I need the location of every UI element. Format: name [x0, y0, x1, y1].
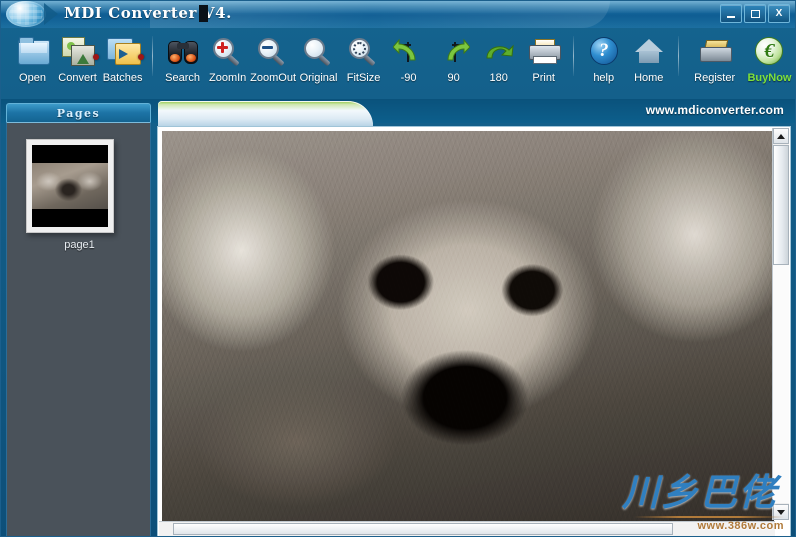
pages-panel: page1 [6, 122, 151, 537]
rotate-right-icon [437, 34, 471, 68]
application-window: MDI Converter V4. X Open Convert Batches [0, 0, 796, 537]
maximize-icon [750, 9, 760, 18]
tab-pages-label: Pages [56, 107, 101, 120]
title-bar: MDI Converter V4. X [0, 0, 796, 28]
image-viewer: 川乡巴佬 www.386w.com [157, 126, 791, 537]
binoculars-icon [166, 34, 200, 68]
close-button[interactable]: X [768, 4, 790, 23]
rotate-left-icon [392, 34, 426, 68]
toolbar-separator [152, 36, 154, 76]
rotate-right-label: 90 [447, 72, 460, 84]
scroll-down-button[interactable] [773, 504, 789, 520]
viewer-tab-shape [158, 101, 373, 126]
original-label: Original [299, 72, 338, 84]
open-folder-icon [16, 34, 50, 68]
print-button[interactable]: Print [521, 28, 566, 96]
maximize-button[interactable] [744, 4, 766, 23]
magnifier-icon [302, 34, 336, 68]
window-controls: X [720, 4, 790, 23]
page-thumbnail[interactable] [26, 139, 114, 233]
help-label: help [593, 72, 615, 84]
scroll-up-button[interactable] [773, 128, 789, 144]
batches-label: Batches [102, 72, 143, 84]
home-label: Home [634, 72, 664, 84]
zoom-out-button[interactable]: ZoomOut [250, 28, 296, 96]
rotate-180-button[interactable]: 180 [476, 28, 521, 96]
register-label: Register [694, 72, 736, 84]
search-button[interactable]: Search [160, 28, 205, 96]
help-button[interactable]: ? help [581, 28, 626, 96]
vertical-scroll-thumb[interactable] [773, 145, 789, 265]
buy-now-button[interactable]: € BuyNow [743, 28, 796, 96]
magnifier-fit-icon [347, 34, 381, 68]
koala-photo-texture [162, 131, 774, 529]
minimize-icon [727, 15, 735, 18]
vertical-scrollbar[interactable] [772, 128, 789, 520]
scroll-up-arrow-icon [777, 133, 785, 139]
scroll-down-arrow-icon [777, 509, 785, 515]
zoom-in-label: ZoomIn [208, 72, 247, 84]
batches-button[interactable]: Batches [100, 28, 145, 96]
rotate-left-button[interactable]: -90 [386, 28, 431, 96]
main-toolbar: Open Convert Batches Search ZoomIn ZoomO… [0, 28, 796, 99]
zoom-in-button[interactable]: ZoomIn [205, 28, 250, 96]
rotate-right-button[interactable]: 90 [431, 28, 476, 96]
toolbar-separator-2 [573, 36, 575, 76]
register-button[interactable]: Register [686, 28, 743, 96]
rotate-180-label: 180 [489, 72, 508, 84]
search-label: Search [165, 72, 201, 84]
horizontal-scroll-thumb[interactable] [173, 523, 673, 535]
magnifier-plus-icon [211, 34, 245, 68]
title-artifact [199, 5, 208, 22]
buy-now-label: BuyNow [747, 72, 792, 84]
question-mark-icon: ? [587, 34, 621, 68]
rotate-left-label: -90 [400, 72, 417, 84]
tab-pages[interactable]: Pages [6, 103, 151, 123]
horizontal-scrollbar[interactable] [159, 521, 775, 536]
website-url[interactable]: www.mdiconverter.com [646, 103, 784, 117]
fit-size-label: FitSize [346, 72, 381, 84]
toolbar-separator-3 [678, 36, 680, 76]
globe-icon [6, 1, 46, 27]
batch-folder-icon [106, 34, 141, 68]
magnifier-minus-icon [256, 34, 290, 68]
batches-badge-dot [138, 54, 145, 60]
image-canvas[interactable] [162, 131, 774, 529]
convert-button[interactable]: Convert [55, 28, 100, 96]
convert-images-icon [61, 34, 95, 68]
printer-icon [527, 34, 561, 68]
minimize-button[interactable] [720, 4, 742, 23]
thumbnail-frame [32, 145, 108, 227]
zoom-out-label: ZoomOut [250, 72, 297, 84]
house-icon [632, 34, 666, 68]
logo-arrow-icon [44, 3, 58, 25]
rotate-180-icon [482, 34, 516, 68]
original-size-button[interactable]: Original [296, 28, 341, 96]
vertical-scroll-track[interactable] [773, 265, 789, 503]
open-button[interactable]: Open [10, 28, 55, 96]
home-button[interactable]: Home [626, 28, 671, 96]
print-label: Print [532, 72, 555, 84]
cash-register-icon [698, 34, 732, 68]
convert-label: Convert [58, 72, 97, 84]
fit-size-button[interactable]: FitSize [341, 28, 386, 96]
euro-coin-icon: € [752, 34, 786, 68]
open-label: Open [19, 72, 46, 84]
page-thumbnail-label: page1 [64, 239, 95, 251]
thumbnail-image [32, 163, 108, 209]
convert-badge-dot [93, 54, 100, 60]
